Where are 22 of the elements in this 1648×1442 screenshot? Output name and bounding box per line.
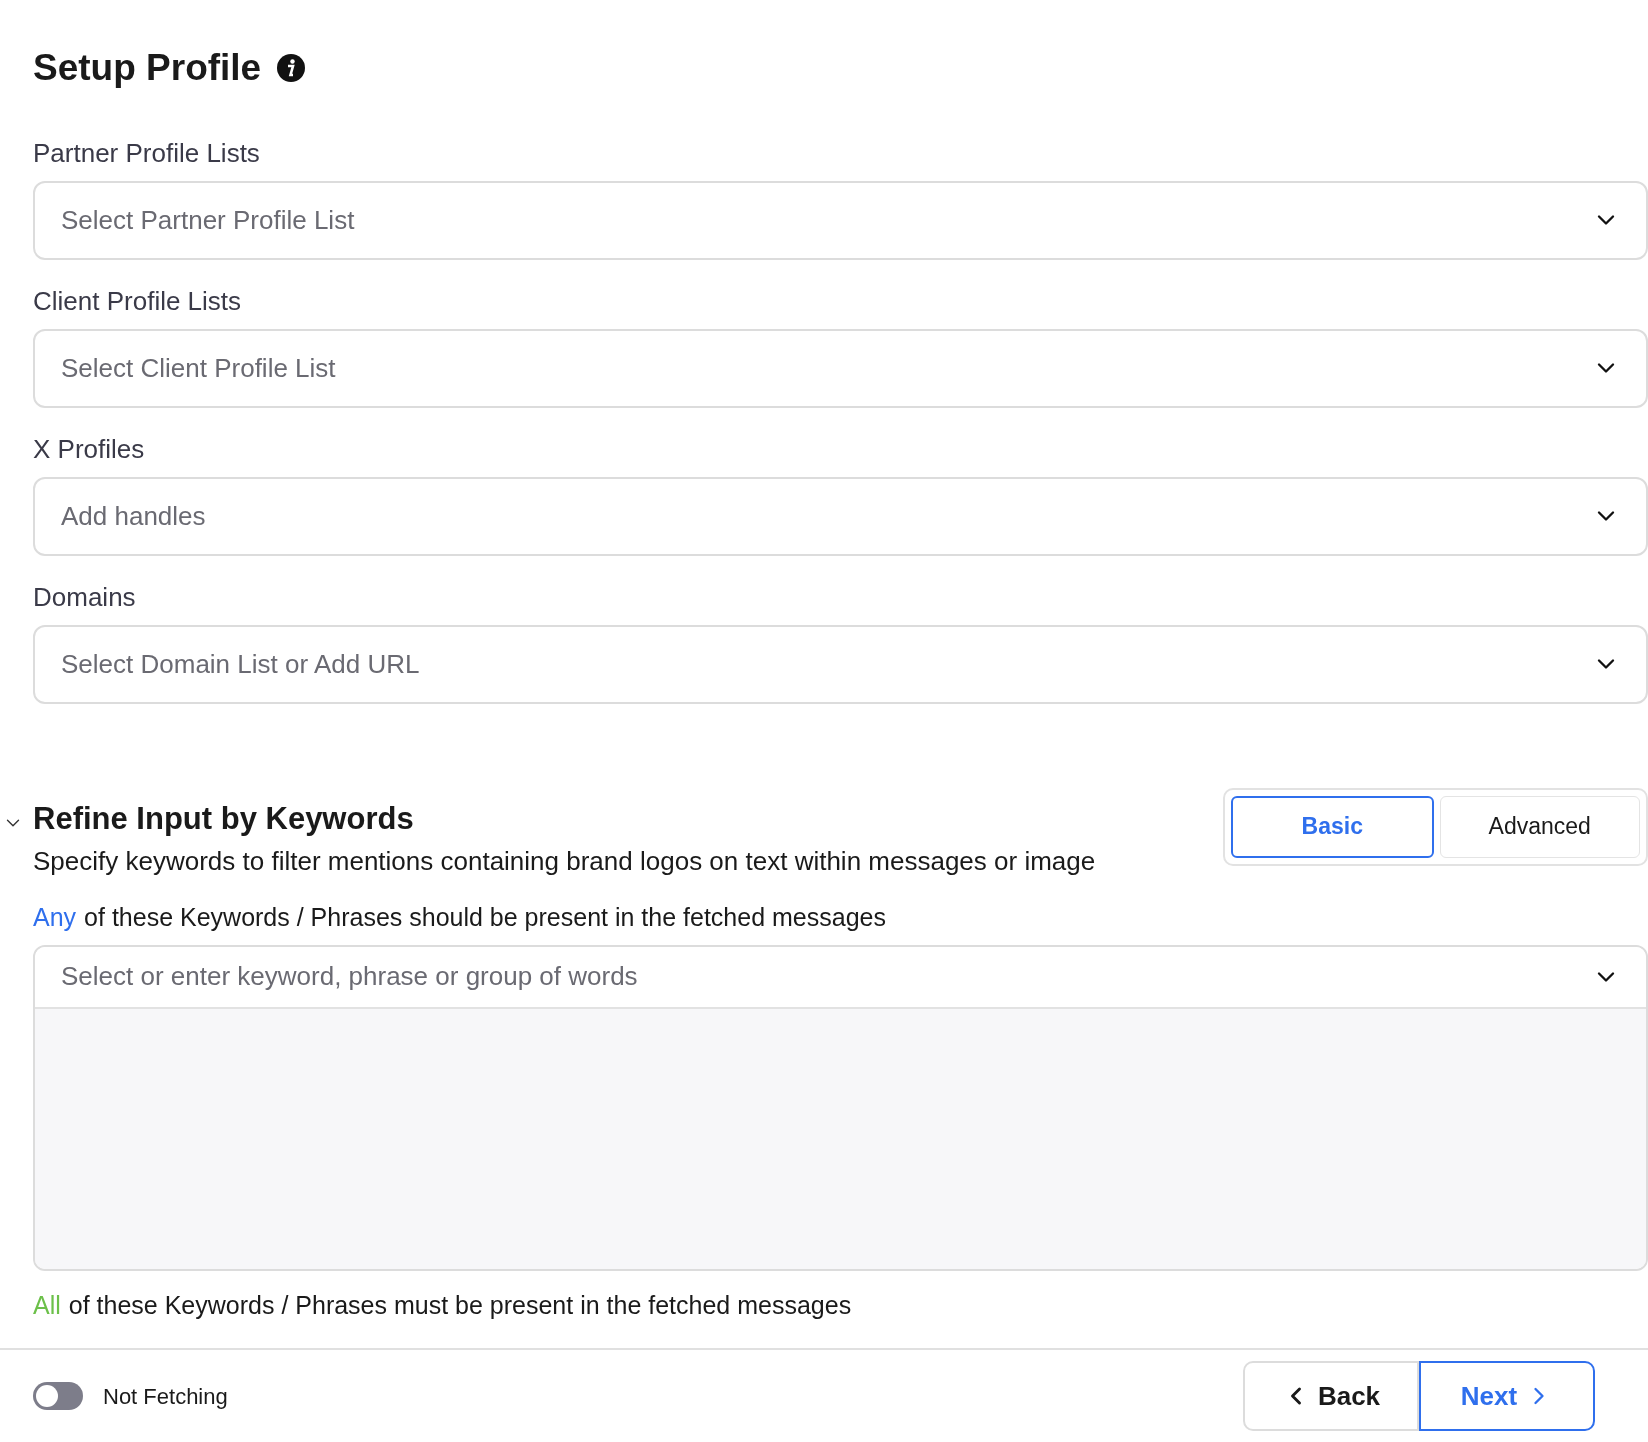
field-label: Client Profile Lists	[33, 284, 243, 318]
info-icon	[277, 53, 306, 82]
select-field[interactable]: Select Client Profile List	[33, 328, 1648, 408]
field-label: Partner Profile Lists	[33, 136, 261, 170]
section-description: Specify keywords to filter mentions containing brand logos on text within messages or image	[33, 845, 1097, 878]
section-title: Refine Input by Keywords	[33, 799, 415, 838]
mode-tab[interactable]: Advanced	[1439, 795, 1640, 858]
field-label: X Profiles	[33, 432, 146, 466]
keyword-field[interactable]: Select or enter keyword, phrase or group of words	[33, 944, 1648, 1271]
keyword-rule-text: of these Keywords / Phrases must be present in the fetched messages	[68, 1289, 852, 1321]
field-label: Domains	[33, 580, 137, 614]
next-button[interactable]: Next	[1419, 1361, 1595, 1431]
mode-tab[interactable]: Basic	[1231, 795, 1434, 858]
select-field[interactable]: Select Domain List or Add URL	[33, 624, 1648, 704]
fetch-toggle[interactable]	[33, 1382, 83, 1410]
qualifier-link[interactable]: Any	[33, 899, 77, 937]
page-title: Setup Profile	[33, 46, 262, 90]
select-field[interactable]: Select Partner Profile List	[33, 180, 1648, 260]
select-field[interactable]: Add handles	[33, 476, 1648, 556]
fetch-status-label: Not Fetching	[103, 1382, 228, 1411]
keyword-rule-text: of these Keywords / Phrases should be present in the fetched messages	[84, 902, 886, 933]
back-button[interactable]: Back	[1243, 1361, 1419, 1431]
